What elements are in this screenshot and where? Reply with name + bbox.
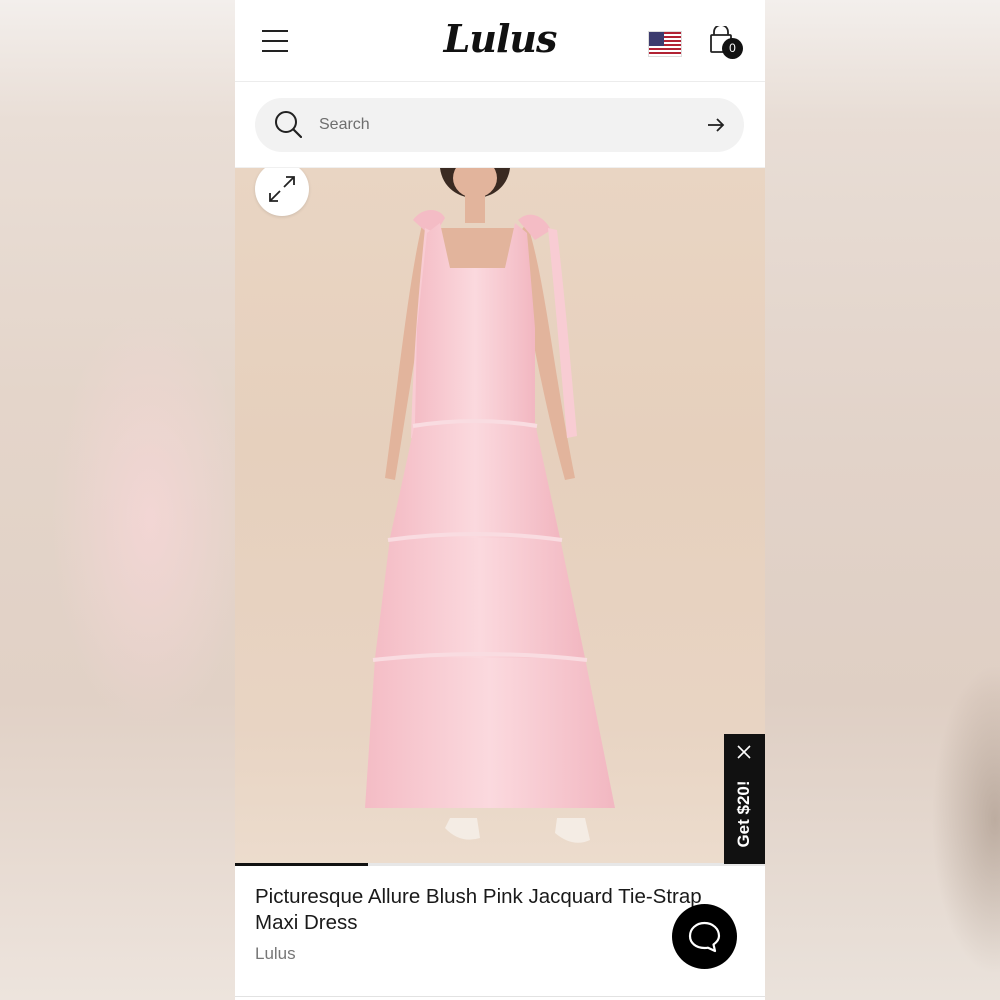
search-input[interactable] bbox=[319, 98, 699, 152]
search-bar[interactable] bbox=[255, 98, 744, 152]
mobile-page: Lulus 0 Search Get $20! Picturesque Allu… bbox=[235, 0, 765, 1000]
promo-label[interactable]: Get $20! bbox=[734, 766, 754, 862]
arrow-right-icon[interactable] bbox=[706, 115, 726, 135]
background-blur-left bbox=[0, 0, 235, 1000]
search-icon bbox=[275, 111, 302, 138]
us-flag-icon[interactable] bbox=[648, 31, 682, 57]
product-image[interactable] bbox=[235, 168, 765, 866]
close-icon[interactable] bbox=[737, 745, 751, 759]
image-carousel-progress-fill bbox=[235, 863, 368, 866]
top-navigation-bar: Lulus 0 bbox=[235, 0, 765, 82]
promo-tab[interactable]: Get $20! bbox=[724, 734, 765, 864]
search-section bbox=[235, 82, 765, 168]
image-carousel-progress bbox=[235, 863, 765, 866]
cart-count-badge: 0 bbox=[722, 38, 743, 59]
product-brand[interactable]: Lulus bbox=[255, 944, 296, 964]
shopping-bag-icon[interactable]: 0 bbox=[707, 26, 743, 60]
brand-logo[interactable]: Lulus bbox=[235, 16, 765, 61]
chat-bubble-icon bbox=[688, 921, 721, 953]
divider bbox=[235, 996, 765, 997]
product-title: Picturesque Allure Blush Pink Jacquard T… bbox=[255, 885, 702, 934]
chat-button[interactable] bbox=[672, 904, 737, 969]
background-blur-right bbox=[765, 0, 1000, 1000]
model-in-dress-illustration bbox=[365, 168, 615, 843]
